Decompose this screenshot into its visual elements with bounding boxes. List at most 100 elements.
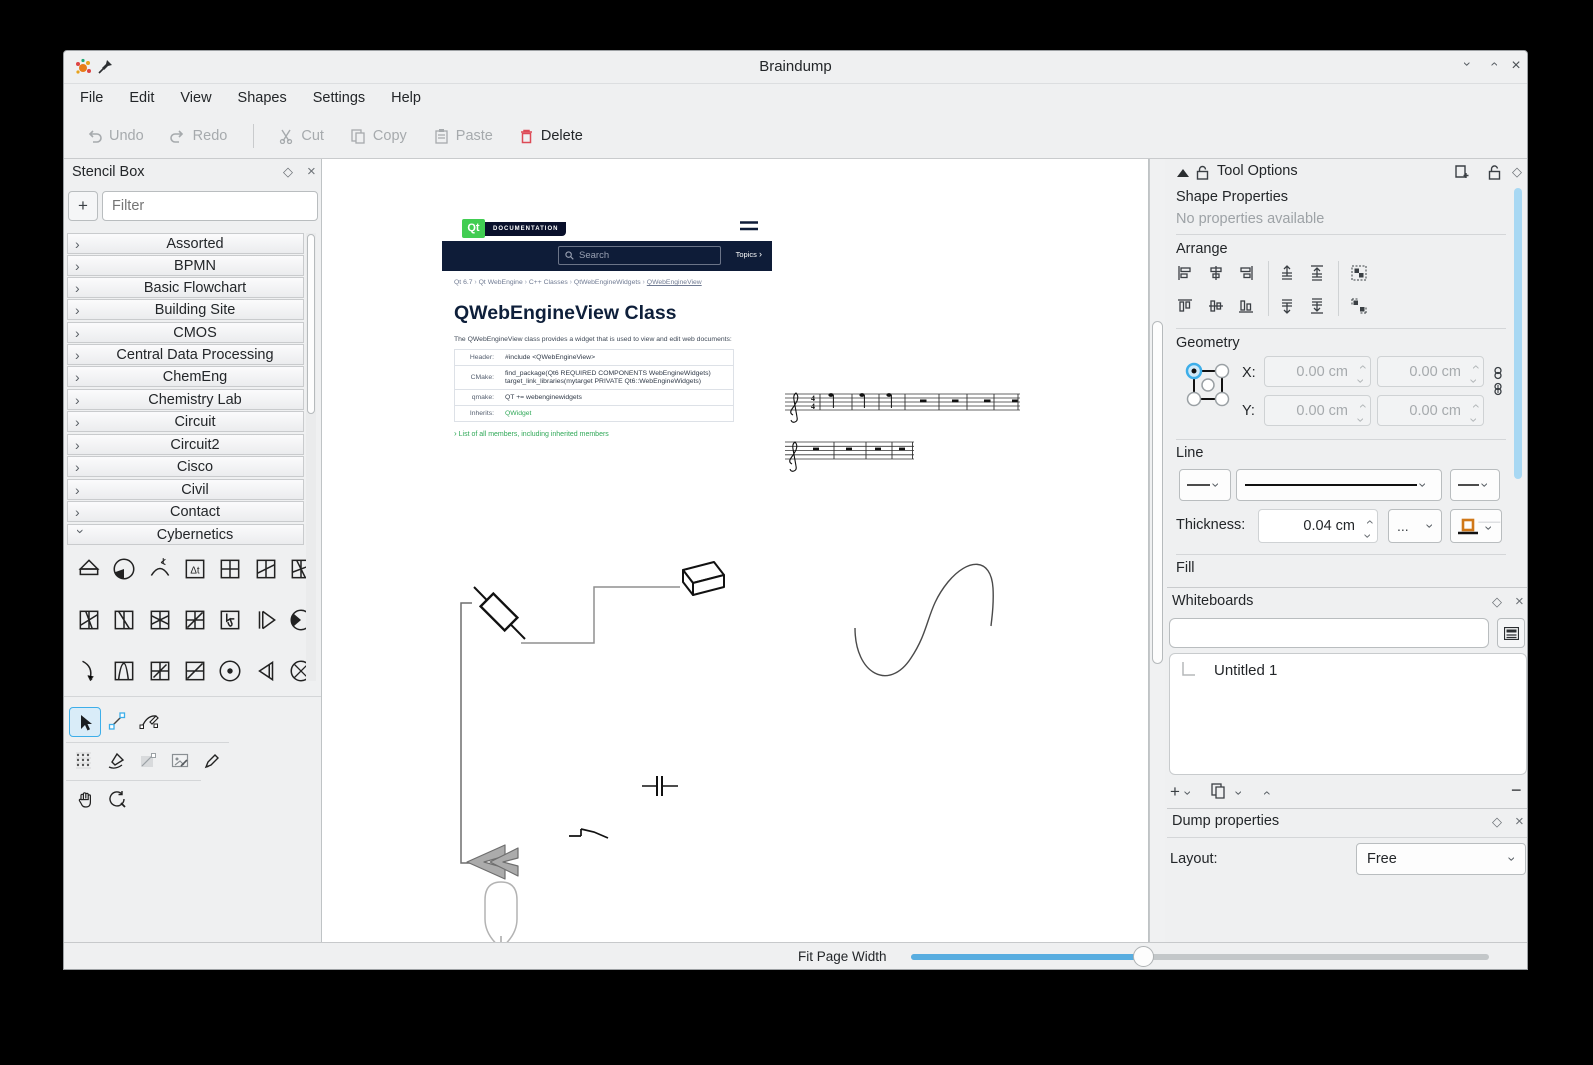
delete-button[interactable]: Delete	[519, 128, 583, 144]
menu-shapes[interactable]: Shapes	[238, 90, 287, 106]
stencil-shape-quadrant-circle-icon[interactable]	[111, 556, 137, 582]
tool-pattern-button[interactable]	[165, 747, 195, 775]
stencil-category-cisco[interactable]: ›Cisco	[67, 456, 304, 477]
stencil-category-basic-flowchart[interactable]: ›Basic Flowchart	[67, 277, 304, 298]
remove-whiteboard-button[interactable]: −	[1511, 780, 1522, 801]
maximize-icon[interactable]: ›	[1486, 54, 1500, 74]
align-center-vertical-icon[interactable]	[1207, 297, 1225, 315]
spinner-arrows-icon[interactable]: ››	[1359, 360, 1364, 388]
add-whiteboard-button[interactable]: +	[1170, 782, 1180, 802]
stencil-category-circuit2[interactable]: ›Circuit2	[67, 434, 304, 455]
close-icon[interactable]: ×	[1506, 57, 1526, 75]
cap-style-button[interactable]: ›	[1450, 509, 1502, 543]
line-end-marker-dropdown[interactable]: ›	[1450, 469, 1500, 501]
thickness-field[interactable]: 0.04 cm ››	[1258, 509, 1378, 543]
lock-icon[interactable]	[1196, 165, 1209, 180]
stencil-category-central-data-processing[interactable]: ›Central Data Processing	[67, 344, 304, 365]
stencil-category-cmos[interactable]: ›CMOS	[67, 322, 304, 343]
tool-zoom-button[interactable]	[102, 785, 132, 813]
stencil-shape-star-line-box-icon[interactable]	[147, 607, 173, 633]
whiteboard-canvas[interactable]: Qt DOCUMENTATION Search Topics › Qt 6.7 …	[321, 159, 1149, 942]
new-view-icon[interactable]	[1454, 164, 1470, 179]
stencil-shape-peak-box-icon[interactable]	[111, 658, 137, 684]
raise-shape-icon[interactable]	[1278, 264, 1296, 282]
aspect-ratio-link-icon-2[interactable]	[1492, 382, 1504, 396]
stencil-category-circuit[interactable]: ›Circuit	[67, 411, 304, 432]
whiteboard-name-input[interactable]	[1169, 618, 1489, 648]
stencil-shape-sector-circle-icon[interactable]	[288, 607, 306, 633]
stencil-shape-arc-sensor-icon[interactable]	[147, 556, 173, 582]
line-start-marker-dropdown[interactable]: ›	[1179, 469, 1231, 501]
capacitor-shape[interactable]	[642, 776, 678, 796]
aspect-ratio-link-icon[interactable]	[1492, 366, 1504, 380]
stencil-shape-crossed-circle-icon[interactable]	[288, 658, 306, 684]
y-position-field[interactable]: 0.00 cm ››	[1264, 395, 1371, 426]
tool-pan-button[interactable]	[70, 785, 100, 813]
send-to-back-icon[interactable]	[1308, 297, 1326, 315]
tool-calligraphy-button[interactable]	[101, 747, 131, 775]
zoom-slider-track[interactable]	[911, 954, 1489, 960]
stencil-shape-pointer-box-icon[interactable]	[217, 607, 243, 633]
line-ends-style-dropdown[interactable]: ... ›	[1388, 509, 1442, 543]
layout-dropdown[interactable]: Free ›	[1356, 843, 1526, 875]
stencil-scrollbar[interactable]	[306, 233, 316, 681]
tool-path-edit-button[interactable]	[134, 707, 164, 735]
undo-button[interactable]: Undo	[86, 128, 144, 144]
lower-shape-icon[interactable]	[1278, 297, 1296, 315]
whiteboards-float-icon[interactable]: ◇	[1492, 594, 1502, 610]
align-bottom-icon[interactable]	[1237, 297, 1255, 315]
whiteboards-close-icon[interactable]: ×	[1515, 593, 1524, 610]
menu-file[interactable]: File	[80, 90, 103, 106]
stencil-shape-star-box-icon[interactable]	[76, 607, 102, 633]
menu-settings[interactable]: Settings	[313, 90, 365, 106]
spinner-arrows-icon[interactable]: ››	[1472, 399, 1477, 427]
chevron-arrow-shape[interactable]	[467, 845, 518, 879]
stencil-scrollbar-thumb[interactable]	[307, 234, 315, 414]
stencil-category-contact[interactable]: ›Contact	[67, 501, 304, 522]
list-item[interactable]: Untitled 1	[1170, 658, 1526, 684]
stencil-shape-left-triangle-bar-icon[interactable]	[253, 658, 279, 684]
stencil-shape-diagonal-crossed-box-icon[interactable]	[253, 556, 279, 582]
stencil-shape-curve-arrow-icon[interactable]	[76, 658, 102, 684]
box-3d-shape[interactable]	[683, 562, 724, 595]
stencil-category-civil[interactable]: ›Civil	[67, 479, 304, 500]
group-shapes-icon[interactable]	[1350, 264, 1368, 282]
tool-options-scrollbar-thumb[interactable]	[1514, 188, 1522, 479]
move-up-icon[interactable]: ›	[1258, 791, 1272, 796]
height-field[interactable]: 0.00 cm ››	[1377, 395, 1484, 426]
stencil-filter-input[interactable]	[102, 191, 318, 221]
tool-grid-button[interactable]	[69, 747, 99, 775]
whiteboard-list[interactable]: Untitled 1	[1169, 653, 1527, 775]
music-staff-shape[interactable]: 4 4	[785, 393, 1020, 422]
minimize-icon[interactable]: ›	[1461, 54, 1475, 74]
copy-button[interactable]: Copy	[350, 128, 407, 144]
paste-button[interactable]: Paste	[433, 128, 493, 144]
tool-select-button[interactable]	[69, 707, 101, 737]
menu-help[interactable]: Help	[391, 90, 421, 106]
stencil-category-building-site[interactable]: ›Building Site	[67, 299, 304, 320]
stencil-shape-funnel-icon[interactable]	[76, 556, 102, 582]
spinner-arrows-icon[interactable]: ››	[1472, 360, 1477, 388]
zoom-mode-label[interactable]: Fit Page Width	[798, 949, 887, 964]
tool-gradient-button[interactable]	[133, 747, 163, 775]
music-staff-2-shape[interactable]	[785, 442, 914, 471]
dump-properties-close-icon[interactable]: ×	[1515, 813, 1524, 830]
menu-edit[interactable]: Edit	[129, 90, 154, 106]
x-position-field[interactable]: 0.00 cm ››	[1264, 356, 1371, 387]
stencil-shape-delta-t-box-icon[interactable]: Δt	[182, 556, 208, 582]
cut-button[interactable]: Cut	[278, 128, 324, 144]
stencil-shape-diagonal-line-box-icon[interactable]	[182, 658, 208, 684]
bring-to-front-icon[interactable]	[1308, 264, 1326, 282]
tool-connection-button[interactable]	[102, 707, 132, 735]
stencil-shape-cross-diagonal-box-icon[interactable]	[182, 607, 208, 633]
dump-properties-float-icon[interactable]: ◇	[1492, 814, 1502, 830]
stencil-category-chemistry-lab[interactable]: ›Chemistry Lab	[67, 389, 304, 410]
align-left-icon[interactable]	[1176, 264, 1194, 282]
vertical-connector-line[interactable]	[461, 603, 472, 863]
stencil-shape-crossed-box-icon[interactable]	[217, 556, 243, 582]
stencil-category-cybernetics[interactable]: ›Cybernetics	[67, 524, 304, 545]
align-center-horizontal-icon[interactable]	[1207, 264, 1225, 282]
zoom-slider-handle[interactable]	[1133, 946, 1154, 967]
spinner-arrows-icon[interactable]: ››	[1366, 515, 1371, 543]
canvas-vscrollbar-thumb[interactable]	[1152, 321, 1163, 664]
